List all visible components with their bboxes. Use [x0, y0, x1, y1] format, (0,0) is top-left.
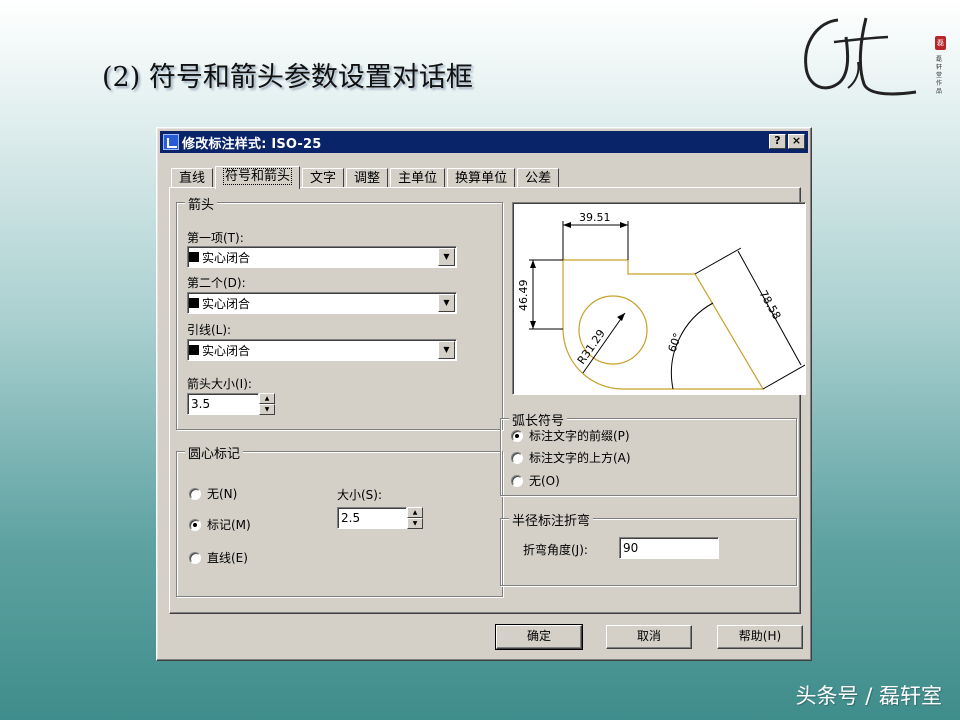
radio-icon [189, 518, 201, 531]
signature-logo [804, 17, 917, 96]
chevron-down-icon[interactable]: ▼ [438, 341, 455, 359]
spin-up-icon[interactable]: ▲ [407, 507, 423, 518]
dim-top-label: 39.51 [579, 211, 611, 224]
center-mark-radio[interactable]: 标记(M) [189, 516, 251, 533]
radio-icon [189, 551, 201, 564]
radio-icon [511, 429, 523, 442]
leader-arrow-select[interactable]: 实心闭合 ▼ [187, 339, 457, 361]
spin-up-icon[interactable]: ▲ [259, 393, 275, 404]
first-arrow-select[interactable]: 实心闭合 ▼ [187, 246, 457, 268]
first-arrow-label: 第一项(T): [187, 231, 244, 245]
group-label: 半径标注折弯 [509, 510, 594, 529]
chevron-down-icon[interactable]: ▼ [438, 248, 455, 266]
radio-icon [511, 474, 523, 487]
tab-label: 换算单位 [455, 171, 508, 186]
tab-panel: 箭头 第一项(T): 实心闭合 ▼ 第二个(D): 实心闭合 ▼ 引线(L): … [169, 187, 806, 614]
select-value: 实心闭合 [202, 343, 251, 358]
close-button[interactable]: × [788, 134, 805, 149]
arc-prefix-radio[interactable]: 标注文字的前缀(P) [511, 427, 630, 444]
slide-title: (2) 符号和箭头参数设置对话框 [102, 62, 473, 93]
second-arrow-select[interactable]: 实心闭合 ▼ [187, 292, 457, 314]
radio-label: 无(O) [529, 474, 560, 488]
radio-label: 标注文字的上方(A) [529, 451, 631, 465]
app-icon [163, 134, 179, 150]
arrowhead-icon [192, 252, 199, 262]
tab-label: 公差 [525, 171, 552, 186]
arc-length-group: 弧长符号 标注文字的前缀(P) 标注文字的上方(A) 无(O) [500, 410, 797, 496]
center-none-radio[interactable]: 无(N) [189, 485, 237, 502]
arrow-size-label: 箭头大小(I): [187, 377, 252, 391]
tab-lines[interactable]: 直线 [171, 168, 214, 188]
dim-angle-label: 60° [666, 331, 685, 354]
radio-label: 无(N) [207, 487, 238, 501]
tab-label: 直线 [179, 171, 206, 186]
spin-down-icon[interactable]: ▼ [259, 404, 275, 415]
group-label: 圆心标记 [185, 443, 244, 462]
leader-arrow-label: 引线(L): [187, 323, 232, 337]
tab-alternate-units[interactable]: 换算单位 [447, 168, 516, 188]
dialog-titlebar[interactable]: 修改标注样式: ISO-25 ? × [160, 131, 808, 153]
center-size-spinner: 2.5 ▲ ▼ [337, 507, 423, 529]
tab-label: 文字 [310, 171, 337, 186]
red-seal-stamp: 磊 [935, 36, 946, 50]
dim-right-label: 78.58 [756, 288, 783, 322]
center-marks-group: 圆心标记 无(N) 标记(M) 直线(E) 大小(S): 2.5 ▲ ▼ [176, 443, 503, 597]
chevron-down-icon[interactable]: ▼ [438, 294, 455, 312]
select-value: 实心闭合 [202, 250, 251, 265]
arrow-size-spinner: 3.5 ▲ ▼ [187, 393, 275, 415]
tab-primary-units[interactable]: 主单位 [390, 168, 446, 188]
center-size-input[interactable]: 2.5 [337, 507, 407, 529]
radio-label: 标记(M) [207, 518, 251, 532]
tab-symbols-arrows[interactable]: 符号和箭头 [215, 166, 301, 189]
preview-drawing: 39.51 46.49 78.58 R31.29 60° [517, 211, 806, 390]
arrowhead-icon [192, 298, 199, 308]
footer-watermark: 头条号 / 磊轩室 [795, 684, 942, 708]
ok-button[interactable]: 确定 [495, 624, 583, 650]
arrow-size-input[interactable]: 3.5 [187, 393, 259, 415]
radius-jog-group: 半径标注折弯 折弯角度(J): 90 [500, 510, 797, 586]
tab-text[interactable]: 文字 [302, 168, 345, 188]
tab-label: 调整 [354, 171, 381, 186]
tab-label: 主单位 [398, 171, 438, 186]
tab-fit[interactable]: 调整 [346, 168, 389, 188]
arc-above-radio[interactable]: 标注文字的上方(A) [511, 449, 631, 466]
radio-icon [511, 451, 523, 464]
tab-label: 符号和箭头 [223, 168, 293, 185]
dialog-title: 修改标注样式: ISO-25 [182, 136, 322, 152]
spin-down-icon[interactable]: ▼ [407, 518, 423, 529]
center-size-label: 大小(S): [337, 488, 383, 502]
center-line-radio[interactable]: 直线(E) [189, 549, 248, 566]
dim-left-label: 46.49 [517, 280, 530, 312]
tab-strip: 直线 符号和箭头 文字 调整 主单位 换算单位 公差 [171, 166, 561, 189]
group-label: 箭头 [185, 194, 218, 213]
jog-angle-input[interactable]: 90 [619, 537, 719, 559]
help-button[interactable]: 帮助(H) [717, 625, 803, 649]
arc-none-radio[interactable]: 无(O) [511, 472, 560, 489]
cancel-button[interactable]: 取消 [606, 625, 692, 649]
second-arrow-label: 第二个(D): [187, 276, 246, 290]
dimension-preview: 39.51 46.49 78.58 R31.29 60° [512, 202, 806, 395]
radio-icon [189, 487, 201, 500]
jog-angle-label: 折弯角度(J): [523, 543, 588, 557]
arrowhead-icon [192, 345, 199, 355]
radio-label: 标注文字的前缀(P) [529, 429, 630, 443]
help-title-button[interactable]: ? [769, 134, 786, 149]
select-value: 实心闭合 [202, 296, 251, 311]
seal-caption: 磊轩堂 作品 [936, 56, 943, 95]
modify-dimension-style-dialog: 修改标注样式: ISO-25 ? × 直线 符号和箭头 文字 调整 主单位 换算… [156, 127, 812, 661]
tab-tolerances[interactable]: 公差 [517, 168, 560, 188]
arrowheads-group: 箭头 第一项(T): 实心闭合 ▼ 第二个(D): 实心闭合 ▼ 引线(L): … [176, 194, 503, 430]
radio-label: 直线(E) [207, 551, 248, 565]
